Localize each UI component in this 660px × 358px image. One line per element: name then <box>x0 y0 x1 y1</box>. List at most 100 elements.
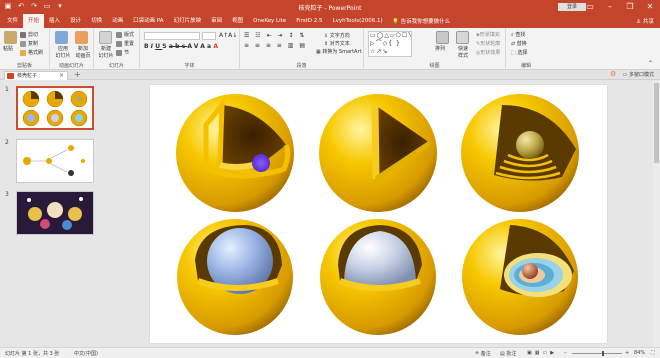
find-button[interactable]: ⌕ 查找 <box>511 31 525 38</box>
slide-number: 3 <box>5 191 9 198</box>
font-size-input[interactable] <box>202 32 216 40</box>
quick-styles-button[interactable]: 快速 样式 <box>452 45 474 59</box>
ribbon-tab[interactable]: 文件 <box>2 14 23 28</box>
language-indicator[interactable]: 中文(中国) <box>74 350 98 357</box>
font-name-input[interactable] <box>144 32 200 40</box>
text-direction-button[interactable]: ⇓ 文字方向 <box>324 32 350 39</box>
slide-thumbnail-1[interactable] <box>16 86 94 130</box>
spacing-icon[interactable]: AV <box>187 43 200 50</box>
zoom-in-button[interactable]: + <box>625 350 629 356</box>
zoom-slider[interactable] <box>572 351 622 356</box>
convert-smartart-button[interactable]: ▦ 转换为 SmartArt <box>316 48 361 55</box>
shape-outline-button[interactable]: ✎形状轮廓 <box>476 40 500 47</box>
multi-window-button[interactable]: ▭ 多窗口模式 <box>623 71 654 78</box>
shapes-gallery[interactable]: ▭◯△▱⬠☐╲╱▷⌒◇{ }☆↗↘▢⬡⬢⤷⌂∿ <box>368 31 412 57</box>
slide-number: 1 <box>5 86 9 93</box>
apply-slide-button[interactable]: 应用 幻灯片 <box>53 45 73 59</box>
ribbon-tab[interactable]: 审阅 <box>206 14 227 28</box>
sphere-wedge-cut <box>319 94 437 212</box>
apply-slide-icon[interactable] <box>55 31 68 44</box>
document-tab[interactable]: 核壳粒子 × <box>4 71 68 80</box>
ribbon-tab[interactable]: 开始 <box>23 14 45 28</box>
replace-button[interactable]: ⇄ 替换 <box>511 40 527 47</box>
arrange-button[interactable]: 排列 <box>435 45 445 52</box>
zoom-slider-knob[interactable] <box>602 351 604 356</box>
customize-icon[interactable]: ▾ <box>56 2 64 10</box>
font-grow-icon[interactable]: A↑A↓ <box>219 32 237 39</box>
new-tab-button[interactable]: + <box>74 70 81 79</box>
thumbnail-pane: 1 2 3 <box>0 81 100 347</box>
thumbnail-scene <box>17 192 93 234</box>
ribbon-tab[interactable]: FirstD 2.5 <box>291 14 327 28</box>
sphere-silver-core <box>320 219 436 335</box>
slide-editing-area <box>100 81 653 347</box>
editing-group: ⌕ 查找 ⇄ 替换 ⬚ 选择 编辑 <box>506 28 546 70</box>
new-animation-icon[interactable] <box>75 31 88 44</box>
cut-button[interactable]: 剪切 <box>20 31 38 38</box>
tell-me-search[interactable]: 💡 告诉我你想要做什么 <box>392 17 450 25</box>
reset-button[interactable]: 重置 <box>116 40 134 47</box>
list-icons[interactable]: ☰ ☷ ⇤ ⇥ ↕ ⇅ <box>244 32 306 39</box>
thumbnail-spheres <box>22 90 88 127</box>
paste-button[interactable]: 粘贴 <box>3 45 13 52</box>
collapse-ribbon-icon[interactable]: ⌃ <box>648 60 653 67</box>
current-slide[interactable] <box>150 85 607 343</box>
undo-icon[interactable]: ↶ <box>17 2 25 10</box>
sphere-multilayer-core <box>462 219 578 335</box>
scrollbar-thumb[interactable] <box>654 83 659 163</box>
ribbon-tab[interactable]: 切换 <box>86 14 107 28</box>
bold-icon[interactable]: B <box>144 43 151 50</box>
normal-view-icon[interactable]: ▣ <box>527 350 535 356</box>
section-button[interactable]: 节 <box>116 49 129 56</box>
zoom-out-button[interactable]: – <box>564 350 567 356</box>
case-icon[interactable]: Aa <box>200 43 213 50</box>
slideshow-view-icon[interactable]: ▶ <box>550 350 557 356</box>
ribbon-tab[interactable]: 视图 <box>227 14 248 28</box>
ribbon-tabs: 文件 开始 插入 设计 切换 动画 口袋动画 PA 幻灯片放映 审阅 视图 OneKey Lite F… <box>2 14 388 28</box>
comments-button[interactable]: ▤ 批注 <box>500 350 516 357</box>
new-slide-icon[interactable] <box>99 31 112 44</box>
close-tab-icon[interactable]: × <box>59 72 64 80</box>
quick-styles-icon[interactable] <box>456 31 469 44</box>
paste-icon[interactable] <box>4 31 17 44</box>
settings-icon[interactable]: ⚙ <box>610 70 618 78</box>
vertical-scrollbar[interactable] <box>653 81 660 347</box>
zoom-level[interactable]: 84% <box>634 350 645 356</box>
copy-button[interactable]: 复制 <box>20 40 38 47</box>
format-painter-button[interactable]: 格式刷 <box>20 49 43 56</box>
ribbon-tab[interactable]: LvyhTools(2006.1) <box>328 14 388 28</box>
editing-label: 编辑 <box>520 63 531 69</box>
new-anim-button[interactable]: 新加 动画页 <box>73 45 93 59</box>
view-buttons[interactable]: ▣▦▭▶ <box>527 350 557 356</box>
font-color-icon[interactable]: A <box>213 43 220 50</box>
restore-icon[interactable]: ❐ <box>620 0 640 14</box>
select-button[interactable]: ⬚ 选择 <box>511 49 527 56</box>
shape-effect-button[interactable]: ◎形状效果 <box>476 49 500 56</box>
align-icons[interactable]: ≡ ≡ ≡ ≡ ▥ ▤ <box>244 42 307 49</box>
lightbulb-icon: 💡 <box>392 19 401 25</box>
strikethrough-icon[interactable]: abc <box>169 43 188 50</box>
close-icon[interactable]: ✕ <box>640 0 660 14</box>
ribbon-tab[interactable]: 幻灯片放映 <box>169 14 207 28</box>
ribbon-tab[interactable]: 插入 <box>44 14 65 28</box>
slide-thumbnail-2[interactable] <box>16 139 94 183</box>
layout-button[interactable]: 版式 <box>116 31 134 38</box>
notes-button[interactable]: ≙ 备注 <box>475 350 491 357</box>
redo-icon[interactable]: ↷ <box>30 2 38 10</box>
ribbon-tab[interactable]: 口袋动画 PA <box>128 14 168 28</box>
ribbon-tab[interactable]: OneKey Lite <box>248 14 291 28</box>
shape-fill-button[interactable]: ◈形状填充 <box>476 31 500 38</box>
share-button[interactable]: ♙ 共享 <box>636 17 654 25</box>
arrange-icon[interactable] <box>436 31 449 44</box>
ribbon-options-icon[interactable]: ▭ <box>580 0 600 14</box>
start-from-beginning-icon[interactable]: ▭ <box>43 2 51 10</box>
minimize-icon[interactable]: – <box>600 0 620 14</box>
save-icon[interactable]: ▣ <box>4 2 12 10</box>
fit-to-window-icon[interactable]: ⛶ <box>651 350 655 356</box>
document-tabs: 核壳粒子 × + ⚙ ▭ 多窗口模式 <box>0 70 660 80</box>
ribbon-tab[interactable]: 动画 <box>107 14 128 28</box>
ribbon-tab[interactable]: 设计 <box>65 14 86 28</box>
slide-thumbnail-3[interactable] <box>16 191 94 235</box>
new-slide-button[interactable]: 新建 幻灯片 <box>97 45 115 59</box>
align-text-button[interactable]: ⇕ 对齐文本 <box>324 40 350 47</box>
